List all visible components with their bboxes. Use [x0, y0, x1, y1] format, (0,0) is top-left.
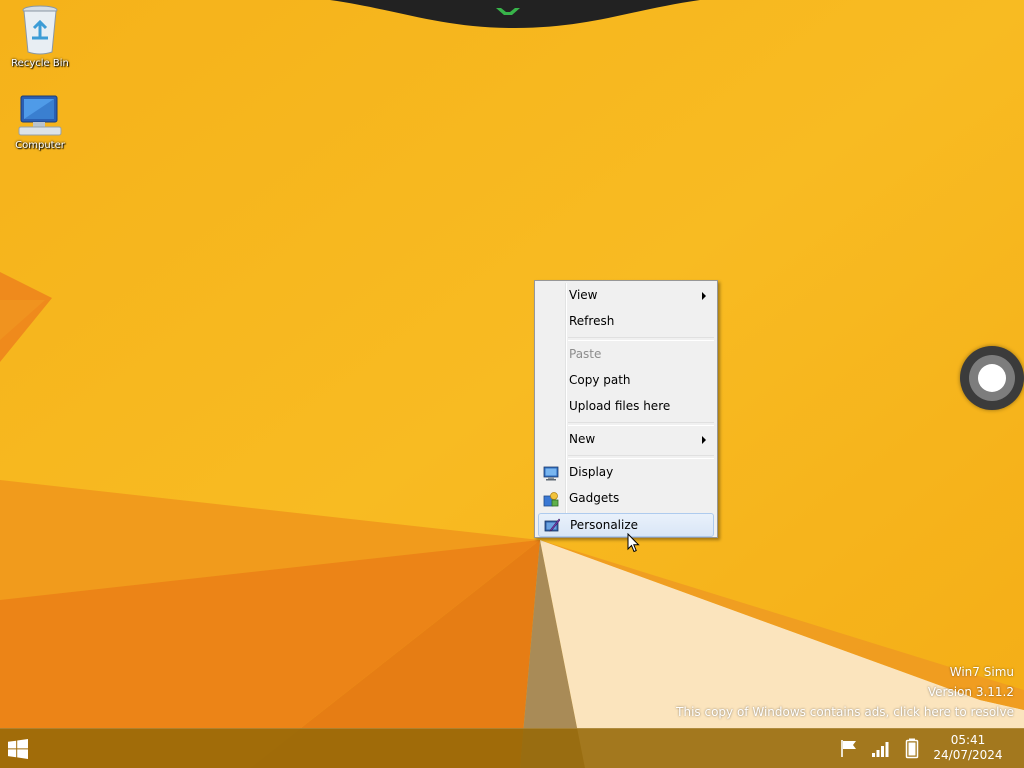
menu-item-refresh[interactable]: Refresh — [538, 310, 714, 334]
battery-icon[interactable] — [901, 737, 923, 759]
menu-item-paste[interactable]: Paste — [538, 343, 714, 367]
assistive-touch-button[interactable] — [960, 346, 1024, 410]
submenu-arrow-icon — [702, 292, 706, 300]
taskbar-clock[interactable]: 05:41 24/07/2024 — [930, 733, 1006, 763]
taskbar: 05:41 24/07/2024 — [0, 728, 1024, 768]
wallpaper — [0, 0, 1024, 768]
display-icon — [543, 466, 559, 481]
menu-item-label: Gadgets — [569, 491, 620, 505]
menu-item-copy-path[interactable]: Copy path — [538, 369, 714, 393]
watermark-product-name: Win7 Simu — [949, 665, 1014, 679]
menu-item-personalize[interactable]: Personalize — [538, 513, 714, 537]
activation-watermark[interactable]: Win7 Simu Version 3.11.2 This copy of Wi… — [676, 662, 1014, 722]
submenu-arrow-icon — [702, 436, 706, 444]
menu-item-gadgets[interactable]: Gadgets — [538, 487, 714, 511]
clock-time: 05:41 — [950, 733, 986, 747]
computer-icon — [18, 95, 62, 136]
menu-item-label: Personalize — [570, 518, 639, 532]
watermark-ads-notice[interactable]: This copy of Windows contains ads, click… — [676, 702, 1014, 722]
menu-item-new[interactable]: New — [538, 428, 714, 452]
desktop-icon-label: Computer — [15, 140, 65, 151]
action-center-flag-icon[interactable] — [838, 737, 860, 759]
menu-item-label: Copy path — [569, 373, 631, 387]
menu-item-label: View — [569, 288, 598, 302]
menu-separator — [568, 422, 714, 426]
menu-item-label: New — [569, 432, 596, 446]
recycle-bin-icon — [22, 5, 58, 55]
desktop[interactable]: Recycle Bin Computer View Refresh Paste … — [0, 0, 1024, 768]
windows-logo-icon — [8, 739, 28, 759]
desktop-icon-label: Recycle Bin — [11, 58, 69, 69]
menu-item-label: Paste — [569, 347, 602, 361]
top-notch — [330, 0, 700, 28]
mouse-pointer-icon — [627, 533, 640, 553]
menu-item-upload-files-here[interactable]: Upload files here — [538, 395, 714, 419]
menu-item-view[interactable]: View — [538, 284, 714, 308]
gadgets-icon — [543, 492, 559, 507]
menu-separator — [568, 337, 714, 341]
menu-item-label: Refresh — [569, 314, 615, 328]
assistive-touch-core — [978, 364, 1006, 392]
menu-item-label: Display — [569, 465, 614, 479]
watermark-version: Version 3.11.2 — [927, 685, 1014, 699]
signal-bars-icon[interactable] — [870, 737, 892, 759]
menu-item-display[interactable]: Display — [538, 461, 714, 485]
desktop-icon-recycle-bin[interactable]: Recycle Bin — [0, 4, 80, 69]
menu-item-label: Upload files here — [569, 399, 671, 413]
clock-date: 24/07/2024 — [933, 748, 1003, 762]
desktop-icon-computer[interactable]: Computer — [0, 94, 80, 151]
desktop-context-menu: View Refresh Paste Copy path Upload file… — [534, 280, 718, 538]
start-button[interactable] — [0, 729, 38, 768]
personalize-icon — [544, 518, 560, 532]
menu-separator — [568, 455, 714, 459]
